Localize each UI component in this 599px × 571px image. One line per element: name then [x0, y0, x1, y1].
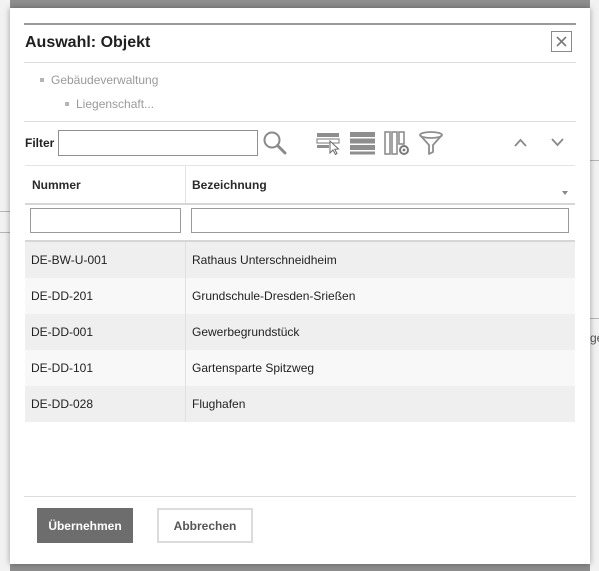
dialog-top-border	[24, 23, 576, 25]
column-separator	[185, 242, 186, 278]
cell-nummer: DE-DD-001	[31, 325, 94, 339]
select-object-dialog: Auswahl: Objekt Gebäudeverwaltung Liegen…	[10, 8, 590, 564]
table-row[interactable]: DE-DD-201 Grundschule-Dresden-Srießen	[25, 278, 575, 314]
funnel-filter-icon[interactable]	[418, 131, 444, 156]
footer-divider	[24, 496, 576, 497]
chevron-down-icon[interactable]	[551, 138, 564, 147]
select-rows-icon[interactable]	[316, 131, 342, 155]
background-text-fragment: ge	[590, 331, 599, 345]
search-icon[interactable]	[262, 130, 288, 156]
chevron-up-icon[interactable]	[514, 138, 527, 147]
close-icon	[556, 36, 567, 47]
sort-caret-icon[interactable]	[562, 191, 568, 195]
breadcrumb-label: Liegenschaft...	[76, 97, 155, 111]
column-separator	[185, 278, 186, 314]
bullet-icon	[40, 78, 44, 82]
column-header-bezeichnung[interactable]: Bezeichnung	[192, 178, 267, 192]
filter-input[interactable]	[58, 130, 258, 156]
cell-bezeichnung: Gewerbegrundstück	[192, 325, 300, 339]
cell-bezeichnung: Flughafen	[192, 397, 246, 411]
breadcrumb-item[interactable]: Liegenschaft...	[65, 97, 154, 111]
cell-nummer: DE-DD-201	[31, 289, 94, 303]
table-row[interactable]: DE-BW-U-001 Rathaus Unterschneidheim	[25, 242, 575, 278]
table-row[interactable]: DE-DD-028 Flughafen	[25, 386, 575, 422]
column-header-nummer[interactable]: Nummer	[32, 178, 81, 192]
cell-bezeichnung: Gartensparte Spitzweg	[192, 361, 315, 375]
cell-bezeichnung: Grundschule-Dresden-Srießen	[192, 289, 356, 303]
column-separator	[185, 386, 186, 422]
column-settings-icon[interactable]	[384, 131, 410, 156]
bullet-icon	[65, 102, 69, 106]
background-divider	[590, 160, 599, 161]
list-view-icon[interactable]	[350, 131, 375, 155]
table-body: DE-BW-U-001 Rathaus Unterschneidheim DE-…	[25, 240, 575, 422]
background-divider	[0, 232, 10, 233]
cell-nummer: DE-DD-101	[31, 361, 94, 375]
bezeichnung-filter-input[interactable]	[191, 208, 569, 233]
table-row[interactable]: DE-DD-001 Gewerbegrundstück	[25, 314, 575, 350]
column-filter-row	[25, 204, 575, 240]
close-button[interactable]	[551, 31, 572, 52]
cell-bezeichnung: Rathaus Unterschneidheim	[192, 253, 337, 267]
title-divider	[24, 62, 576, 63]
cancel-button[interactable]: Abbrechen	[157, 508, 253, 543]
nummer-filter-input[interactable]	[30, 208, 181, 233]
dialog-title: Auswahl: Objekt	[25, 34, 151, 51]
table-header: Nummer Bezeichnung	[25, 165, 575, 205]
cell-nummer: DE-DD-028	[31, 397, 94, 411]
background-divider	[0, 211, 10, 212]
column-separator	[185, 350, 186, 386]
breadcrumb-label: Gebäudeverwaltung	[51, 73, 159, 87]
cell-nummer: DE-BW-U-001	[31, 253, 108, 267]
breadcrumb-item[interactable]: Gebäudeverwaltung	[40, 73, 158, 87]
table-row[interactable]: DE-DD-101 Gartensparte Spitzweg	[25, 350, 575, 386]
breadcrumb-divider	[24, 121, 576, 122]
filter-label: Filter	[25, 136, 55, 150]
background-divider	[590, 318, 599, 319]
column-separator	[185, 166, 186, 203]
accept-button[interactable]: Übernehmen	[37, 508, 133, 543]
background-page-right-strip	[590, 0, 599, 571]
background-page-left-strip	[0, 0, 10, 571]
column-separator	[185, 314, 186, 350]
